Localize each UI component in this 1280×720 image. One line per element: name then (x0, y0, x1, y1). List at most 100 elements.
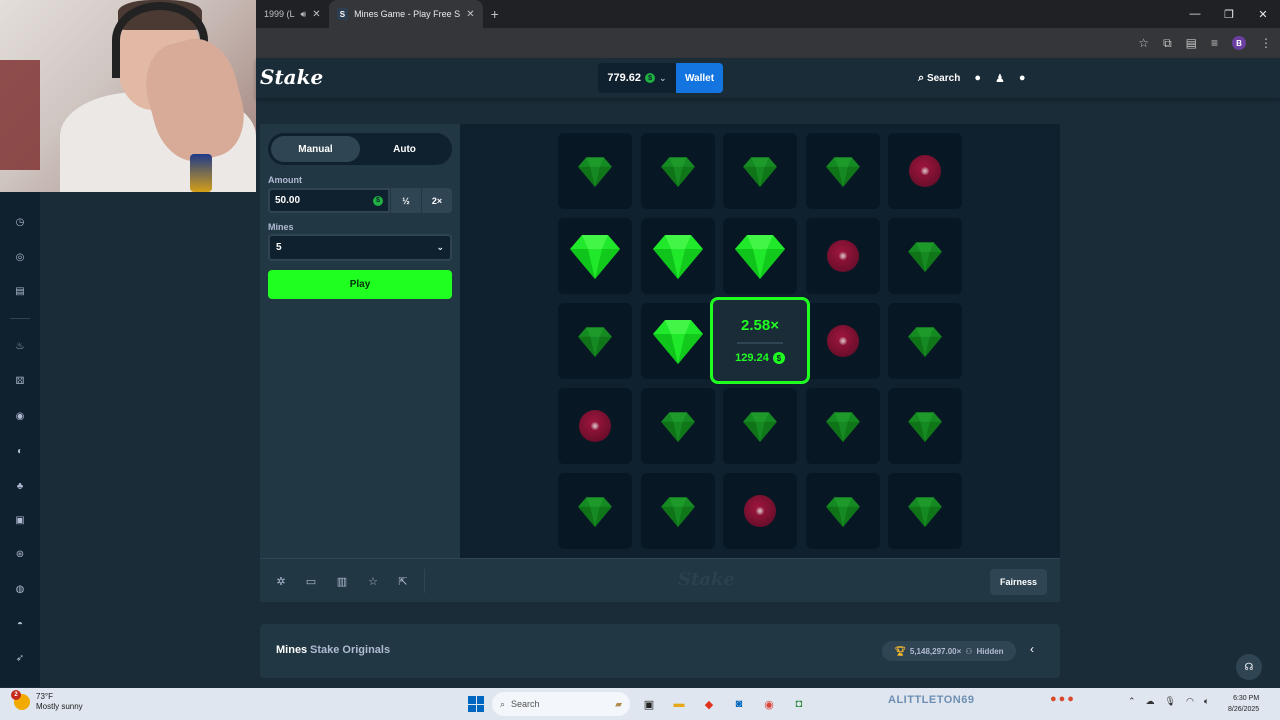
user-icon[interactable]: ● (974, 72, 981, 84)
amount-input[interactable]: 50.00 $ (268, 188, 390, 213)
file-explorer-icon[interactable]: ▬ (668, 693, 690, 715)
stake-logo[interactable]: Stake (260, 65, 323, 89)
sidebar-sports-icon[interactable]: ⊛ (12, 546, 28, 562)
mine-icon (579, 410, 611, 442)
windows-start-icon[interactable] (468, 696, 484, 712)
gem-icon (908, 326, 942, 357)
reading-list-icon[interactable]: ▤ (1186, 36, 1197, 50)
app-green-icon[interactable]: ◘ (788, 693, 810, 715)
sidebar-originals-icon[interactable]: ◉ (12, 408, 28, 424)
microphone-icon[interactable]: 🎙︎ (1165, 696, 1176, 707)
mine-tile (805, 303, 880, 379)
win-result-card: 2.58× 129.24 $ (710, 297, 810, 384)
amount-group: 50.00 $ ½ 2× (268, 188, 452, 213)
wifi-icon[interactable]: ◠ (1186, 696, 1194, 707)
close-tab-icon[interactable]: ✕ (466, 9, 474, 20)
sidebar-bets-icon[interactable]: ▤ (12, 283, 28, 299)
gem-tile (723, 388, 797, 464)
tab-strip: 1999 (L 🔊︎ ✕ S Mines Game - Play Free So… (256, 0, 1280, 28)
browser-tab-1[interactable]: 1999 (L 🔊︎ ✕ (256, 0, 329, 28)
close-tab-icon[interactable]: ✕ (312, 9, 320, 20)
mine-icon (909, 155, 941, 187)
sidebar-game-shows-icon[interactable]: ♣ (12, 478, 28, 494)
tab-auto[interactable]: Auto (360, 136, 449, 162)
favourite-star-icon[interactable]: ☆ (366, 574, 380, 588)
sidebar-challenges-icon[interactable]: ◎ (12, 249, 28, 265)
chat-icon[interactable]: ● (1019, 72, 1026, 84)
gem-icon (660, 496, 695, 527)
gem-icon (908, 496, 942, 527)
sidebar-vip-icon[interactable]: ◓ (12, 616, 28, 632)
theatre-mode-icon[interactable]: ▭ (304, 574, 318, 588)
chrome-icon[interactable]: ◉ (758, 693, 780, 715)
double-button[interactable]: 2× (421, 188, 452, 213)
volume-icon[interactable]: 🔈︎ (1204, 696, 1209, 707)
half-button[interactable]: ½ (390, 188, 421, 213)
game-name: Mines (276, 644, 308, 656)
emoji-overlay-icon: ●●● (1050, 693, 1076, 705)
sidebar-live-icon[interactable]: ◐ (12, 443, 28, 459)
sidebar-esports-icon[interactable]: ◍ (12, 581, 28, 597)
window-controls: — ❐ ✕ (1178, 0, 1280, 28)
gem-tile (888, 303, 962, 379)
record-badge[interactable]: 🏆︎ 5,148,297.00× ⚇ Hidden (882, 641, 1016, 661)
minimize-icon[interactable]: — (1178, 0, 1212, 28)
cloud-icon[interactable]: ☁ (1146, 696, 1155, 707)
audio-icon[interactable]: 🔊︎ (301, 9, 307, 20)
outlook-icon[interactable]: ◙ (728, 693, 750, 715)
new-tab-button[interactable]: + (483, 0, 507, 28)
game-provider[interactable]: Stake Originals (310, 644, 390, 656)
taskbar-search[interactable]: ⌕ Search ▰ (492, 692, 630, 716)
maximize-icon[interactable]: ❐ (1212, 0, 1246, 28)
gem-icon (735, 235, 785, 279)
app-red-diamond-icon[interactable]: ◆ (698, 693, 720, 715)
sidebar-rocket-icon[interactable]: ➶ (12, 650, 28, 666)
footer-divider (424, 569, 425, 593)
tab-manual[interactable]: Manual (271, 136, 360, 162)
search-highlight-icon: ▰ (615, 698, 622, 709)
settings-icon[interactable]: ✲ (274, 574, 288, 588)
browser-toolbar: ☆ ⧉ ▤ ≡ B ⋮ (256, 28, 1280, 58)
sidebar-hot-icon[interactable]: ♨ (12, 338, 28, 354)
win-divider (737, 342, 783, 344)
bookmark-star-icon[interactable]: ☆ (1138, 36, 1149, 50)
stats-icon[interactable]: ▥ (335, 574, 349, 588)
search-icon: ⌕ (918, 71, 925, 84)
browser-tab-2[interactable]: S Mines Game - Play Free Social ✕ (328, 0, 483, 28)
mines-select[interactable]: 5 ⌄ (268, 234, 452, 261)
gem-tile (723, 218, 797, 294)
weather-widget[interactable]: 2 73°F Mostly sunny (11, 690, 83, 712)
chevron-up-icon[interactable]: ⌃ (1128, 696, 1136, 707)
notifications-icon[interactable]: ♟ (995, 72, 1005, 85)
sidebar-promotions-icon[interactable]: ▣ (12, 512, 28, 528)
sidebar-recent-icon[interactable]: ◷ (12, 214, 28, 230)
coin-icon: $ (373, 195, 383, 206)
media-icon[interactable]: ≡ (1211, 36, 1218, 50)
fairness-button[interactable]: Fairness (990, 569, 1047, 595)
search-icon: ⌕ (500, 698, 506, 709)
close-window-icon[interactable]: ✕ (1246, 0, 1280, 28)
webcam-background-shelf (0, 60, 40, 170)
search-button[interactable]: ⌕ Search (918, 72, 960, 85)
play-button[interactable]: Play (268, 270, 452, 299)
header-actions: ⌕ Search ● ♟ ● (918, 58, 1026, 98)
left-sidebar: ◷ ◎ ▤ ♨ ⚄ ◉ ◐ ♣ ▣ ⊛ ◍ ◓ ➶ (0, 192, 40, 687)
gem-icon (660, 156, 695, 187)
menu-kebab-icon[interactable]: ⋮ (1260, 36, 1272, 50)
share-icon[interactable]: ⇱ (396, 574, 410, 588)
overlay-username: ALITTLETON69 (888, 694, 975, 706)
mine-tile (558, 388, 632, 464)
system-tray: ⌃ ☁ 🎙︎ ◠ 🔈︎ (1128, 696, 1209, 707)
task-view-icon[interactable]: ▣ (638, 693, 660, 715)
sidebar-slots-icon[interactable]: ⚄ (12, 373, 28, 389)
profile-avatar[interactable]: B (1232, 36, 1246, 50)
chevron-left-icon[interactable]: ‹ (1030, 642, 1034, 656)
wallet-button[interactable]: Wallet (676, 63, 723, 93)
sidebar-divider (10, 318, 30, 319)
gem-tile (640, 388, 715, 464)
live-support-button[interactable]: ☊ (1236, 654, 1262, 680)
balance-dropdown[interactable]: 779.62 $ ⌄ (598, 63, 676, 93)
extensions-icon[interactable]: ⧉ (1163, 36, 1172, 51)
address-bar[interactable] (256, 31, 1096, 55)
taskbar-clock[interactable]: 6:30 PM 8/26/2025 (1228, 693, 1259, 715)
